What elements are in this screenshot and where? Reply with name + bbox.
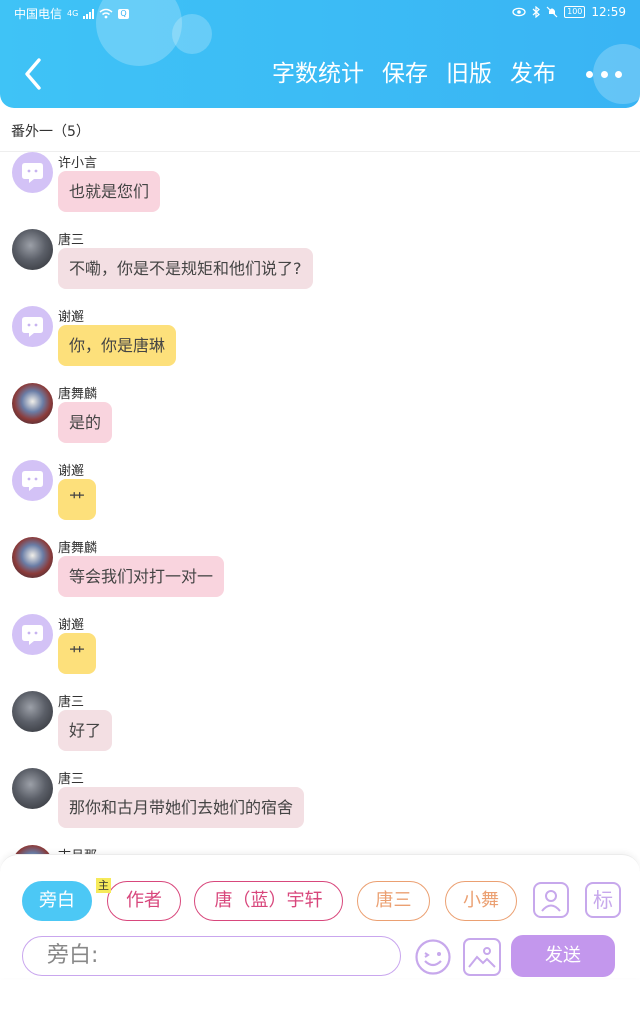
old-version-button[interactable]: 旧版: [446, 56, 492, 92]
message-row[interactable]: 唐三 不嘞，你是不是规矩和他们说了?: [0, 229, 640, 306]
message-row[interactable]: 谢邂 你，你是唐琳: [0, 306, 640, 383]
image-icon: [468, 947, 496, 968]
role-chip[interactable]: 作者: [107, 881, 181, 921]
message-row[interactable]: 唐三 那你和古月带她们去她们的宿舍: [0, 768, 640, 845]
avatar[interactable]: [12, 768, 53, 809]
chat-bot-icon: [22, 317, 43, 337]
word-count-button[interactable]: 字数统计: [272, 56, 364, 92]
more-dots-icon[interactable]: [586, 56, 622, 92]
sender-name: 唐三: [58, 233, 85, 248]
message-bubble[interactable]: 那你和古月带她们去她们的宿舍: [58, 787, 305, 828]
status-bar: 中国电信 4G Q 100 12:59: [0, 0, 640, 26]
main-role-tag: 主: [96, 878, 111, 893]
wifi-icon: [99, 8, 113, 19]
avatar[interactable]: [12, 306, 53, 347]
sender-name: 唐舞麟: [58, 387, 98, 402]
message-bubble[interactable]: 艹: [58, 633, 97, 674]
avatar[interactable]: [12, 152, 53, 193]
chapter-title: 番外一（5）: [11, 124, 90, 140]
publish-button[interactable]: 发布: [510, 56, 556, 92]
battery-icon: 100: [564, 6, 586, 18]
message-bubble[interactable]: 不嘞，你是不是规矩和他们说了?: [58, 248, 313, 289]
signal-icon: [83, 8, 95, 19]
emoji-icon: [415, 939, 451, 975]
sender-name: 谢邂: [58, 310, 85, 325]
sender-name: 古月那: [58, 845, 97, 854]
chat-bot-icon: [22, 625, 43, 645]
message-row[interactable]: 谢邂艹: [0, 460, 640, 537]
back-button[interactable]: [18, 54, 52, 94]
role-chip[interactable]: 小舞: [445, 881, 517, 921]
role-chip[interactable]: 旁白: [22, 881, 92, 921]
chat-bot-icon: [22, 163, 43, 183]
role-chip[interactable]: 唐（蓝）宇轩: [194, 881, 343, 921]
chat-bot-icon: [22, 471, 43, 491]
message-bubble[interactable]: 好了: [58, 710, 113, 751]
bluetooth-icon: [532, 6, 541, 18]
message-row[interactable]: 唐三 好了: [0, 691, 640, 768]
chevron-left-icon: [25, 58, 41, 90]
avatar[interactable]: [12, 537, 53, 578]
sender-name: 谢邂: [58, 618, 85, 633]
avatar[interactable]: [12, 691, 53, 732]
status-right: 100 12:59: [512, 5, 626, 19]
message-bubble[interactable]: 也就是您们: [58, 171, 161, 212]
message-row[interactable]: 唐舞麟 等会我们对打一对一: [0, 537, 640, 614]
clock-label: 12:59: [591, 5, 626, 19]
status-left: 中国电信 4G Q: [14, 5, 129, 22]
avatar[interactable]: [12, 614, 53, 655]
avatar[interactable]: [12, 229, 53, 270]
image-button[interactable]: [463, 938, 501, 976]
app-notification-icon: Q: [118, 8, 129, 19]
message-list[interactable]: 许小言 也就是您们 唐三 不嘞，你是不是规矩和他们说了? 谢邂 你，你是唐琳 唐舞麟 是的 谢邂…: [0, 152, 640, 854]
mark-button[interactable]: 标: [585, 882, 621, 918]
carrier-label: 中国电信: [14, 7, 63, 21]
message-bubble[interactable]: 你，你是唐琳: [58, 325, 177, 366]
message-bubble[interactable]: 艹: [58, 479, 97, 520]
avatar[interactable]: [12, 460, 53, 501]
message-bubble[interactable]: 是的: [58, 402, 113, 443]
sender-name: 唐舞麟: [58, 541, 98, 556]
sender-name: 许小言: [58, 156, 98, 171]
message-row[interactable]: 谢邂艹: [0, 614, 640, 691]
sender-name: 谢邂: [58, 464, 85, 479]
message-row[interactable]: 古月那: [0, 845, 640, 854]
send-button[interactable]: 发送: [511, 935, 615, 977]
person-card-icon: [541, 890, 561, 912]
save-button[interactable]: 保存: [382, 56, 428, 92]
message-row[interactable]: 许小言 也就是您们: [0, 152, 640, 229]
avatar[interactable]: [12, 383, 53, 424]
role-card-button[interactable]: [533, 882, 569, 918]
sender-name: 唐三: [58, 772, 85, 787]
avatar[interactable]: [12, 845, 53, 854]
emoji-button[interactable]: [414, 938, 452, 976]
top-bar: 中国电信 4G Q 100 12:59 字数统计 保存 旧版 发布: [0, 0, 640, 108]
header-actions: 字数统计 保存 旧版 发布: [254, 56, 622, 92]
sender-name: 唐三: [58, 695, 85, 710]
mute-bell-icon: [546, 6, 558, 18]
eye-icon: [512, 7, 526, 17]
network-label: 4G: [67, 9, 79, 18]
message-bubble[interactable]: 等会我们对打一对一: [58, 556, 225, 597]
message-row[interactable]: 唐舞麟 是的: [0, 383, 640, 460]
message-input[interactable]: 旁白:: [22, 936, 401, 976]
role-chip[interactable]: 唐三: [357, 881, 430, 921]
